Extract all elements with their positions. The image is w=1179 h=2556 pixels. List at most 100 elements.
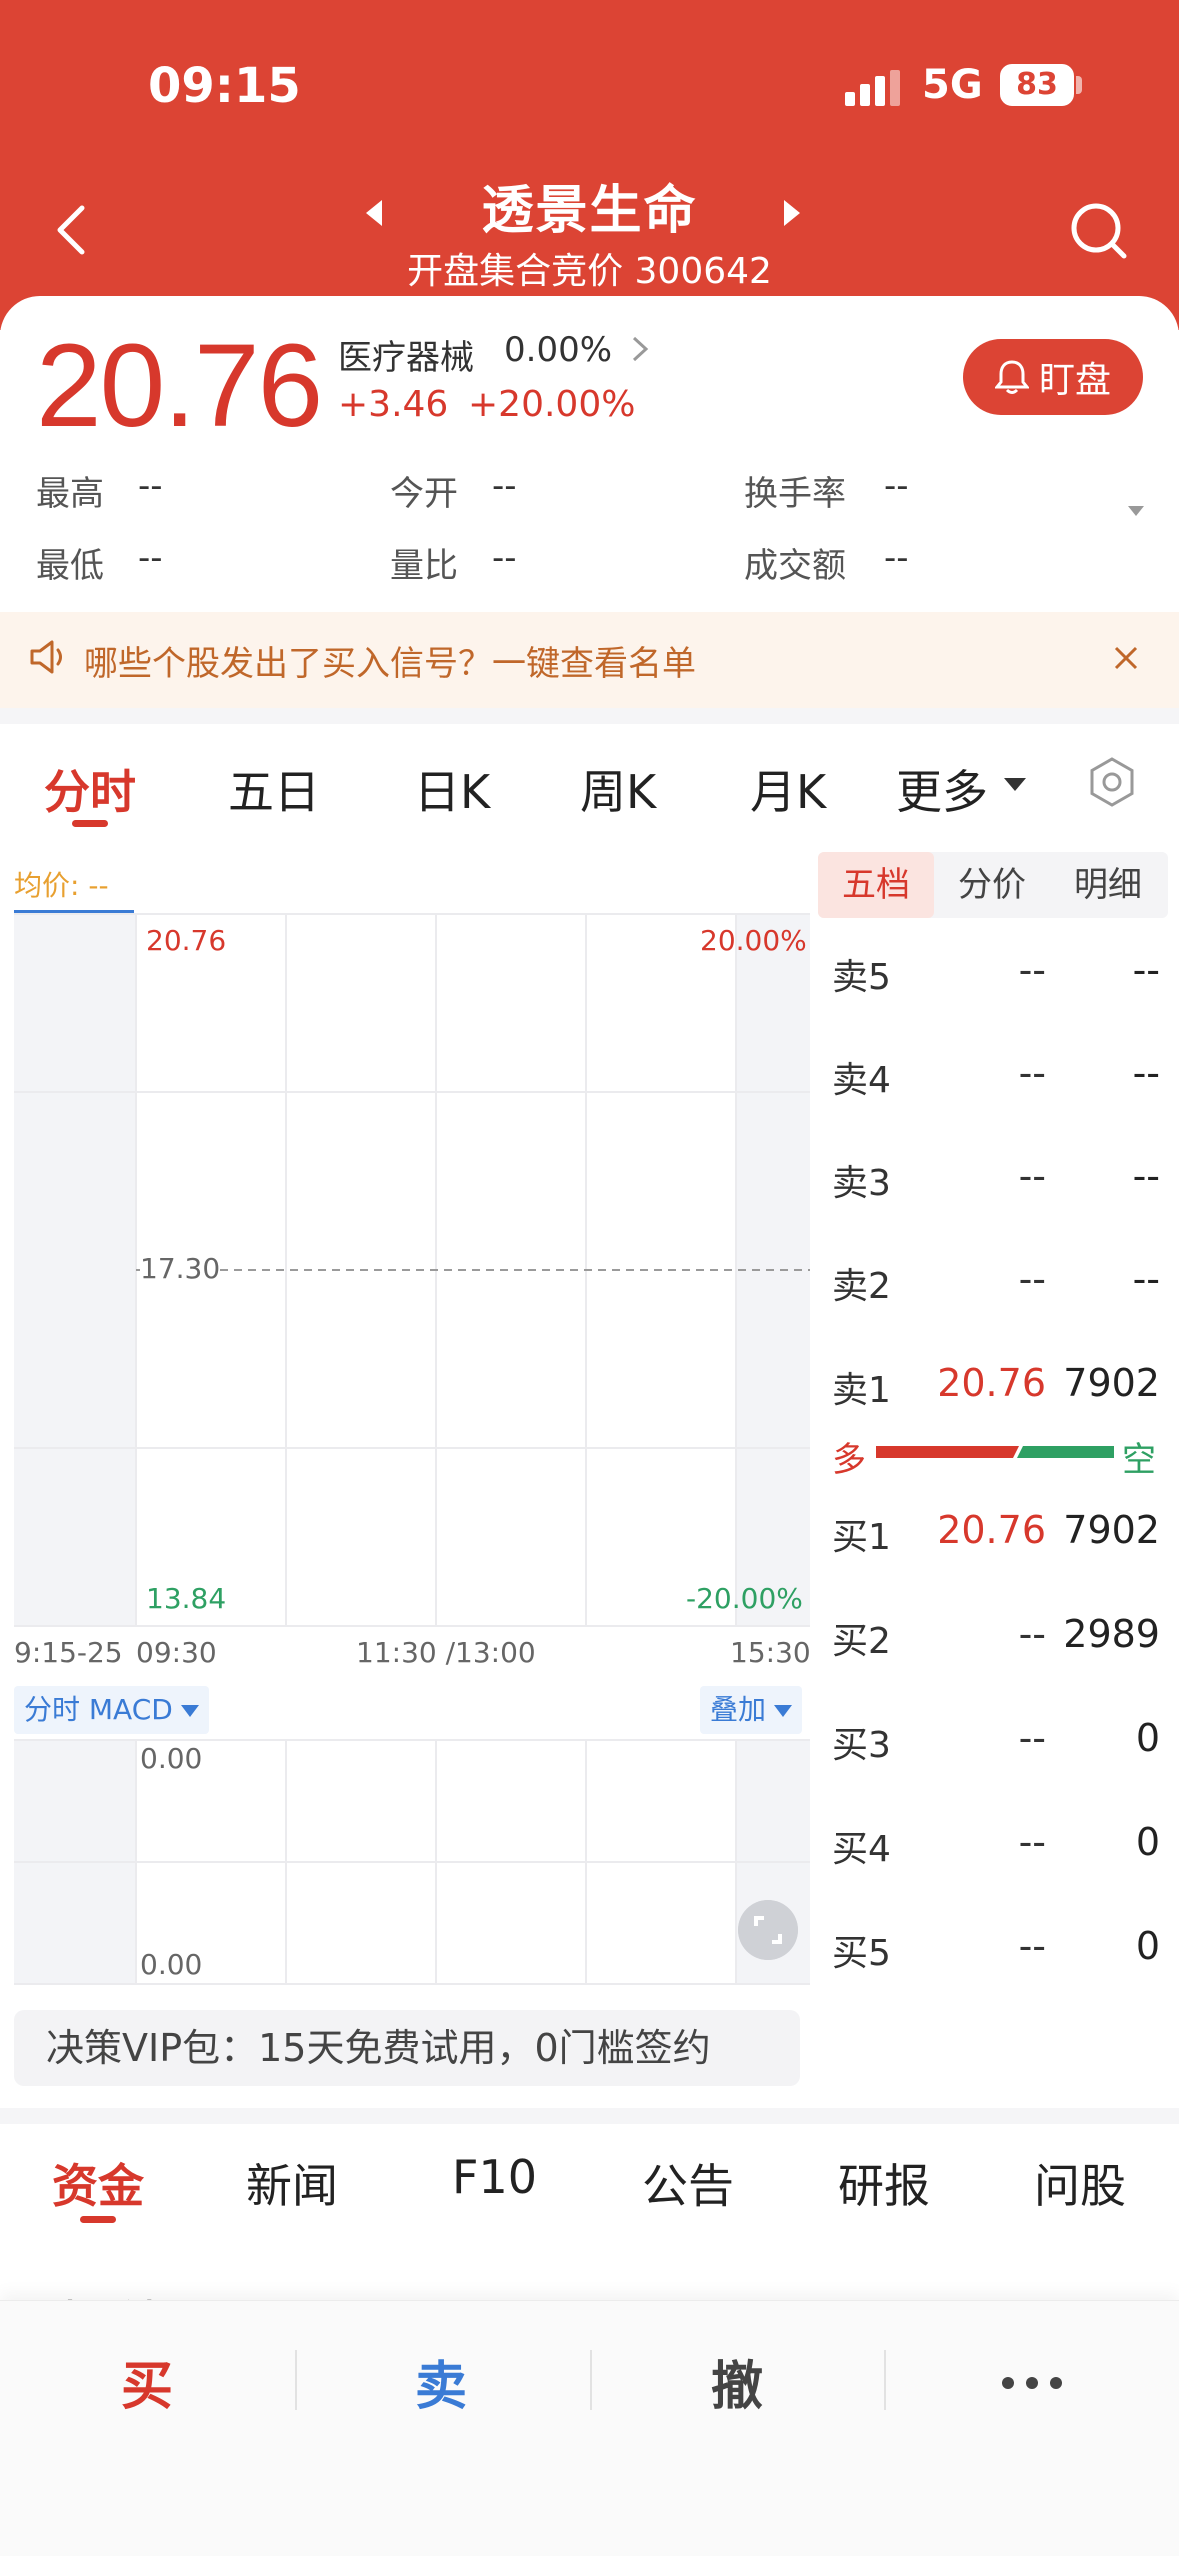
macd-indicator-select[interactable]: 分时 MACD [14,1686,209,1734]
tab-daily-k[interactable]: 日K [414,756,490,822]
bid-price: -- [1018,1924,1046,1968]
stat-label: 最高 [36,474,104,514]
tab-five-day[interactable]: 五日 [228,756,320,822]
watch-button[interactable]: 盯盘 [963,339,1143,415]
overlay-label: 叠加 [710,1693,767,1726]
ask-price: -- [1018,1051,1046,1095]
sell-button[interactable]: 卖 [366,2344,516,2419]
tab-ask-stock[interactable]: 问股 [1034,2150,1126,2216]
short-bar [1017,1446,1114,1458]
time-label: 9:15-25 [14,1636,123,1669]
stat-value: -- [884,466,909,506]
time-label: 15:30 [730,1636,811,1669]
tab-funds[interactable]: 资金 [52,2150,144,2216]
stat-label: 量比 [390,546,458,586]
network-label: 5G [922,62,983,108]
tab-monthly-k[interactable]: 月K [750,756,826,822]
price-change: +3.46 [338,384,449,425]
signal-icon [845,70,901,106]
stat-value: -- [884,538,909,578]
tab-trade-detail[interactable]: 明细 [1050,852,1166,918]
tab-research[interactable]: 研报 [838,2150,930,2216]
ask-volume: -- [1132,1051,1160,1095]
price-change-pct: +20.00% [468,384,636,425]
cancel-order-button[interactable]: 撤 [662,2344,812,2419]
section-separator [0,2108,1179,2124]
ask-label: 卖5 [832,957,891,998]
divider [295,2350,297,2410]
close-icon[interactable] [1112,644,1140,672]
divider [590,2350,592,2410]
speaker-icon [30,640,62,674]
current-price: 20.76 [36,320,323,452]
tab-f10[interactable]: F10 [452,2150,537,2204]
overlay-select[interactable]: 叠加 [700,1686,803,1734]
tab-weekly-k[interactable]: 周K [580,756,656,822]
industry-change[interactable]: 0.00% [504,330,612,370]
bid-price: -- [1018,1612,1046,1656]
chevron-right-icon[interactable] [628,334,652,364]
search-icon[interactable] [1066,198,1130,262]
time-label: 09:30 [136,1636,217,1669]
bid-volume: 0 [1135,1924,1160,1968]
active-tab-indicator [72,820,108,827]
buy-button[interactable]: 买 [72,2344,222,2419]
long-short-bar [876,1446,1114,1458]
bid-price: -- [1018,1716,1046,1760]
bid-label: 买4 [832,1829,891,1870]
status-time: 09:15 [148,58,301,114]
expand-stats-icon[interactable] [1128,506,1144,516]
bid-volume: 0 [1135,1716,1160,1760]
call-auction-zone [14,914,136,1626]
ask-label: 卖2 [832,1266,891,1307]
tab-five-levels[interactable]: 五档 [818,852,934,918]
section-separator [0,708,1179,724]
ask-volume: -- [1132,1154,1160,1198]
y-axis-bottom-label: 13.84 [146,1582,227,1615]
tab-price-distribution[interactable]: 分价 [934,852,1050,918]
tab-announcements[interactable]: 公告 [642,2150,734,2216]
ask-volume: -- [1132,1257,1160,1301]
macd-indicator-label: 分时 MACD [24,1693,173,1726]
stat-label: 最低 [36,546,104,586]
ask-label: 卖1 [832,1370,891,1411]
vip-promo[interactable]: 决策VIP包：15天免费试用，0门槛签约 [14,2010,800,2086]
bid-label: 买5 [832,1933,891,1974]
bid-price: -- [1018,1820,1046,1864]
bid-price: 20.76 [937,1508,1046,1552]
trade-bar [0,2300,1179,2556]
fullscreen-icon[interactable] [738,1900,798,1960]
stock-name: 透景生命 [481,181,698,241]
divider [884,2350,886,2410]
watch-button-label: 盯盘 [1038,360,1111,401]
stat-value: -- [492,466,517,506]
tab-more[interactable]: 更多 [896,756,988,822]
pct-axis-top-label: 20.00% [700,924,807,957]
short-label: 空 [1122,1440,1156,1480]
stat-value: -- [138,538,163,578]
more-options-icon[interactable] [996,2374,1068,2393]
bid-volume: 7902 [1063,1508,1160,1552]
macd-top-label: 0.00 [140,1742,203,1775]
settings-icon[interactable] [1086,756,1138,808]
next-stock-icon[interactable] [784,200,800,226]
ask-price: -- [1018,948,1046,992]
pct-axis-bottom-label: -20.00% [686,1582,803,1615]
time-label: 11:30 /13:00 [356,1636,536,1669]
intraday-chart[interactable] [0,900,812,2000]
y-axis-mid-label: 17.30 [140,1252,221,1285]
tab-news[interactable]: 新闻 [246,2150,338,2216]
chevron-down-icon[interactable] [1004,778,1026,791]
stat-label: 成交额 [744,546,846,586]
active-tab-indicator [80,2216,116,2223]
industry-name[interactable]: 医疗器械 [338,330,474,379]
bell-icon [994,360,1029,394]
stock-subtitle: 开盘集合竞价 300642 [407,251,772,292]
battery-tip [1076,76,1082,94]
ask-price: -- [1018,1257,1046,1301]
tab-intraday[interactable]: 分时 [44,756,136,822]
y-axis-top-label: 20.76 [146,924,227,957]
ask-price: -- [1018,1154,1046,1198]
bid-label: 买1 [832,1517,891,1558]
banner-text[interactable]: 哪些个股发出了买入信号？一键查看名单 [84,636,696,685]
